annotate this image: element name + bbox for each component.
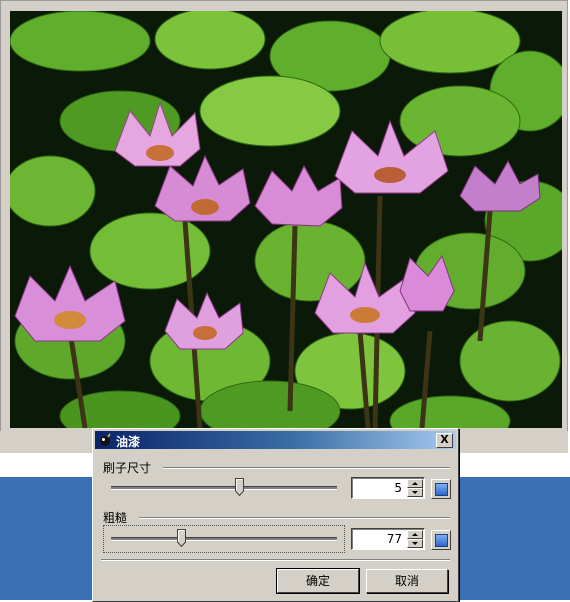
brush-size-spinbox[interactable]: 5 [351, 477, 425, 499]
brush-size-reset-button[interactable] [431, 479, 451, 499]
reset-icon [435, 483, 448, 496]
brush-size-group-line [163, 467, 450, 469]
roughness-reset-button[interactable] [431, 530, 451, 550]
brush-size-spin-buttons [407, 479, 423, 497]
image-viewer [0, 0, 568, 432]
arrow-down-icon [412, 491, 418, 494]
roughness-value[interactable]: 77 [387, 532, 402, 546]
roughness-spin-buttons [407, 530, 423, 548]
paint-bomb-icon [99, 433, 113, 447]
ok-button[interactable]: 确定 [276, 568, 360, 594]
roughness-slider-thumb[interactable] [177, 529, 186, 548]
arrow-down-icon [412, 542, 418, 545]
roughness-label: 粗糙 [103, 511, 128, 525]
brush-size-value[interactable]: 5 [394, 481, 402, 495]
roughness-decrease-button[interactable] [407, 539, 423, 548]
close-button[interactable]: X [436, 433, 453, 448]
brush-size-decrease-button[interactable] [407, 488, 423, 497]
arrow-up-icon [412, 533, 418, 536]
roughness-increase-button[interactable] [407, 530, 423, 539]
brush-size-label: 刷子尺寸 [103, 461, 152, 475]
reset-icon [435, 534, 448, 547]
brush-size-slider-thumb[interactable] [235, 478, 244, 497]
roughness-spinbox[interactable]: 77 [351, 528, 425, 550]
lotus-oil-painting-image [10, 11, 562, 428]
close-icon: X [440, 433, 449, 446]
brush-size-slider-track[interactable] [111, 486, 337, 490]
button-separator [101, 559, 450, 561]
brush-size-increase-button[interactable] [407, 479, 423, 488]
paint-dialog: 油漆 X 刷子尺寸 5 粗糙 77 确定 取消 [92, 428, 459, 602]
image-canvas [10, 11, 562, 428]
arrow-up-icon [412, 482, 418, 485]
dialog-title: 油漆 [116, 435, 141, 449]
cancel-button[interactable]: 取消 [366, 569, 448, 593]
roughness-group-line [139, 517, 450, 519]
roughness-slider-track[interactable] [111, 537, 337, 541]
dialog-titlebar[interactable]: 油漆 X [95, 431, 456, 449]
